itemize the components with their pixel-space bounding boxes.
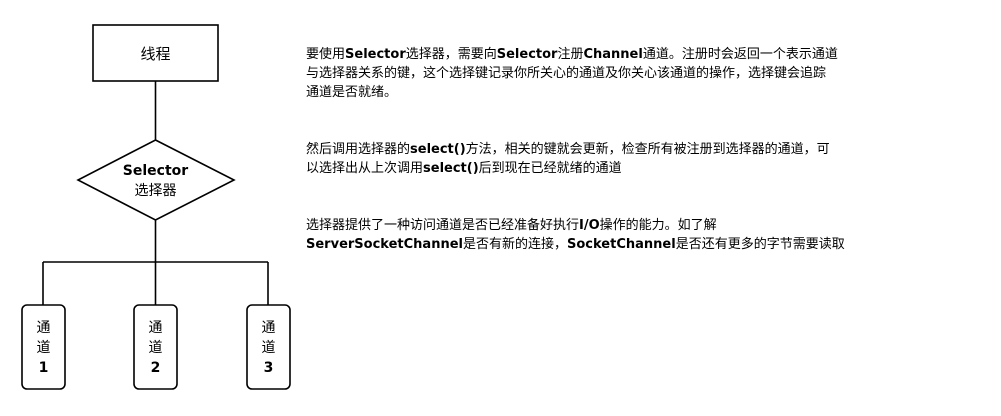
description-run: 操作的能力。如了解 <box>599 218 717 233</box>
channel-2-line-1: 通 <box>149 320 163 336</box>
description-run-bold: Selector <box>496 47 558 62</box>
channel-3-line-1: 通 <box>262 320 276 336</box>
description-run: 注册 <box>557 47 584 62</box>
channel-2-line-3: 2 <box>151 360 161 376</box>
selector-description: 要使用Selector选择器，需要向Selector注册Channel通道。注册… <box>306 26 966 273</box>
description-run-bold: Selector <box>345 47 406 62</box>
description-paragraph-1: 要使用Selector选择器，需要向Selector注册Channel通道。注册… <box>306 26 966 102</box>
channel-3-line-3: 3 <box>264 360 274 376</box>
selector-diagram: 线程 Selector 选择器 通 道 1 通 道 2 通 道 3 <box>21 24 291 390</box>
description-run: 选择器，需要向 <box>405 47 497 62</box>
description-run: 后到现在已经就绪的通道 <box>478 161 622 176</box>
description-run-bold: SocketChannel <box>567 237 676 252</box>
channel-1-line-2: 道 <box>37 340 51 356</box>
selector-label-en: Selector <box>123 163 188 179</box>
selector-label-zh: 选择器 <box>135 183 177 199</box>
thread-label: 线程 <box>140 45 170 63</box>
description-run-bold: I/O <box>579 218 600 233</box>
channel-node-2: 通 道 2 <box>133 304 178 390</box>
description-run: 是否还有更多的字节需要读取 <box>675 237 845 252</box>
description-paragraph-3: 选择器提供了一种访问通道是否已经准备好执行I/O操作的能力。如了解 Server… <box>306 197 966 254</box>
channel-node-3: 通 道 3 <box>246 304 291 390</box>
channel-1-line-1: 通 <box>37 320 51 336</box>
description-run: 要使用 <box>306 47 346 62</box>
description-run: 然后调用选择器的 <box>306 142 411 157</box>
channel-node-1: 通 道 1 <box>21 304 66 390</box>
selector-diamond <box>76 139 236 221</box>
channel-1-line-3: 1 <box>39 360 49 376</box>
thread-node: 线程 <box>92 24 219 82</box>
selector-node: Selector 选择器 <box>76 139 236 221</box>
description-run: 是否有新的连接， <box>462 237 567 252</box>
description-run-bold: select() <box>410 142 466 157</box>
selector-to-channels-connector <box>42 220 269 305</box>
description-paragraph-2: 然后调用选择器的select()方法，相关的键就会更新，检查所有被注册到选择器的… <box>306 121 966 178</box>
description-run-bold: Channel <box>583 47 643 62</box>
description-run-bold: select() <box>423 161 479 176</box>
description-run: 选择器提供了一种访问通道是否已经准备好执行 <box>306 218 580 233</box>
description-run-bold: ServerSocketChannel <box>306 237 463 252</box>
channel-3-line-2: 道 <box>262 340 276 356</box>
channel-2-line-2: 道 <box>149 340 163 356</box>
